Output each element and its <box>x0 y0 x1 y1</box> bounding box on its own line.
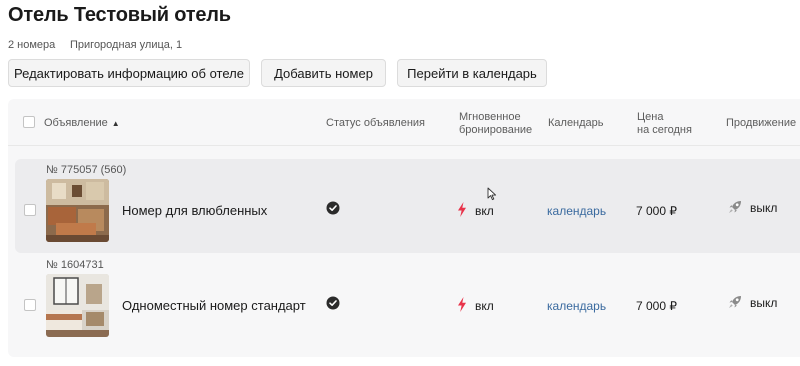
rooms-count: 2 номера <box>8 39 56 51</box>
room-photo[interactable] <box>46 179 109 242</box>
check-circle-icon <box>326 201 340 215</box>
listing-number: № 775057 (560) <box>46 164 127 176</box>
calendar-link[interactable]: календарь <box>547 204 606 218</box>
listing-number: № 1604731 <box>46 259 104 271</box>
column-status: Статус объявления <box>326 117 426 129</box>
promotion-value: выкл <box>750 296 778 310</box>
rocket-icon <box>729 296 741 308</box>
promotion-value: выкл <box>750 201 778 215</box>
table-header: Объявление ▲ Статус объявления Мгновенное… <box>8 99 800 146</box>
column-instant-booking: Мгновенное бронирование <box>459 111 532 137</box>
row-checkbox[interactable] <box>24 204 36 216</box>
row-checkbox[interactable] <box>24 299 36 311</box>
column-instant-line1: Мгновенное <box>459 111 521 123</box>
lightning-icon <box>458 202 466 217</box>
column-price-line1: Цена <box>637 111 664 123</box>
hotel-address: Пригородная улица, 1 <box>70 39 183 51</box>
table-row[interactable]: № 775057 (560) Номер для влюбленных вкл … <box>15 159 800 253</box>
column-listing[interactable]: Объявление ▲ <box>44 117 120 130</box>
sort-asc-icon: ▲ <box>111 119 120 128</box>
room-photo[interactable] <box>46 274 109 337</box>
edit-hotel-button[interactable]: Редактировать информацию об отеле <box>8 59 250 87</box>
column-listing-label: Объявление <box>44 117 108 129</box>
rocket-icon <box>729 201 741 213</box>
mouse-cursor-icon <box>487 187 497 201</box>
add-room-button[interactable]: Добавить номер <box>261 59 386 87</box>
instant-booking-value: вкл <box>475 299 494 313</box>
go-to-calendar-button[interactable]: Перейти в календарь <box>397 59 547 87</box>
room-name[interactable]: Одноместный номер стандарт <box>122 298 306 313</box>
instant-booking-value: вкл <box>475 204 494 218</box>
column-promotion: Продвижение <box>726 117 797 129</box>
price-today: 7 000 ₽ <box>636 204 677 218</box>
page-title: Отель Тестовый отель <box>8 4 231 26</box>
column-price-line2: на сегодня <box>637 124 692 136</box>
select-all-checkbox[interactable] <box>23 116 35 128</box>
lightning-icon <box>458 297 466 312</box>
listings-table: Объявление ▲ Статус объявления Мгновенное… <box>8 99 800 357</box>
room-name[interactable]: Номер для влюбленных <box>122 203 267 218</box>
column-calendar: Календарь <box>548 117 604 129</box>
price-today: 7 000 ₽ <box>636 299 677 313</box>
check-circle-icon <box>326 296 340 310</box>
column-instant-line2: бронирование <box>459 124 533 136</box>
column-price: Цена на сегодня <box>637 111 692 137</box>
calendar-link[interactable]: календарь <box>547 299 606 313</box>
table-row[interactable]: № 1604731 Одноместный номер стандарт вкл… <box>15 254 800 348</box>
